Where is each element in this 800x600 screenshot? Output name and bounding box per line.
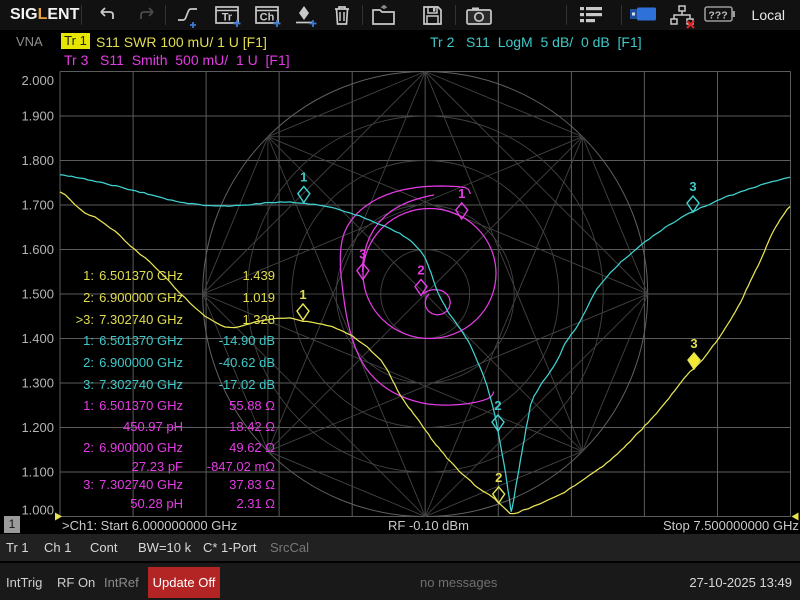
svg-text:3: 3 [359, 247, 366, 262]
svg-text:3: 3 [690, 336, 697, 351]
svg-text:1: 1 [300, 170, 307, 185]
svg-text:2: 2 [417, 263, 424, 278]
svg-text:1: 1 [299, 287, 306, 302]
svg-text:1.900: 1.900 [21, 109, 54, 124]
svg-text:2: 2 [495, 470, 502, 485]
svg-text:1.600: 1.600 [21, 242, 54, 257]
svg-text:3: 3 [689, 179, 696, 194]
svg-text:1: 1 [458, 186, 465, 201]
svg-text:1.700: 1.700 [21, 198, 54, 213]
svg-text:1.800: 1.800 [21, 153, 54, 168]
svg-text:2: 2 [494, 398, 501, 413]
svg-text:2.000: 2.000 [21, 73, 54, 88]
